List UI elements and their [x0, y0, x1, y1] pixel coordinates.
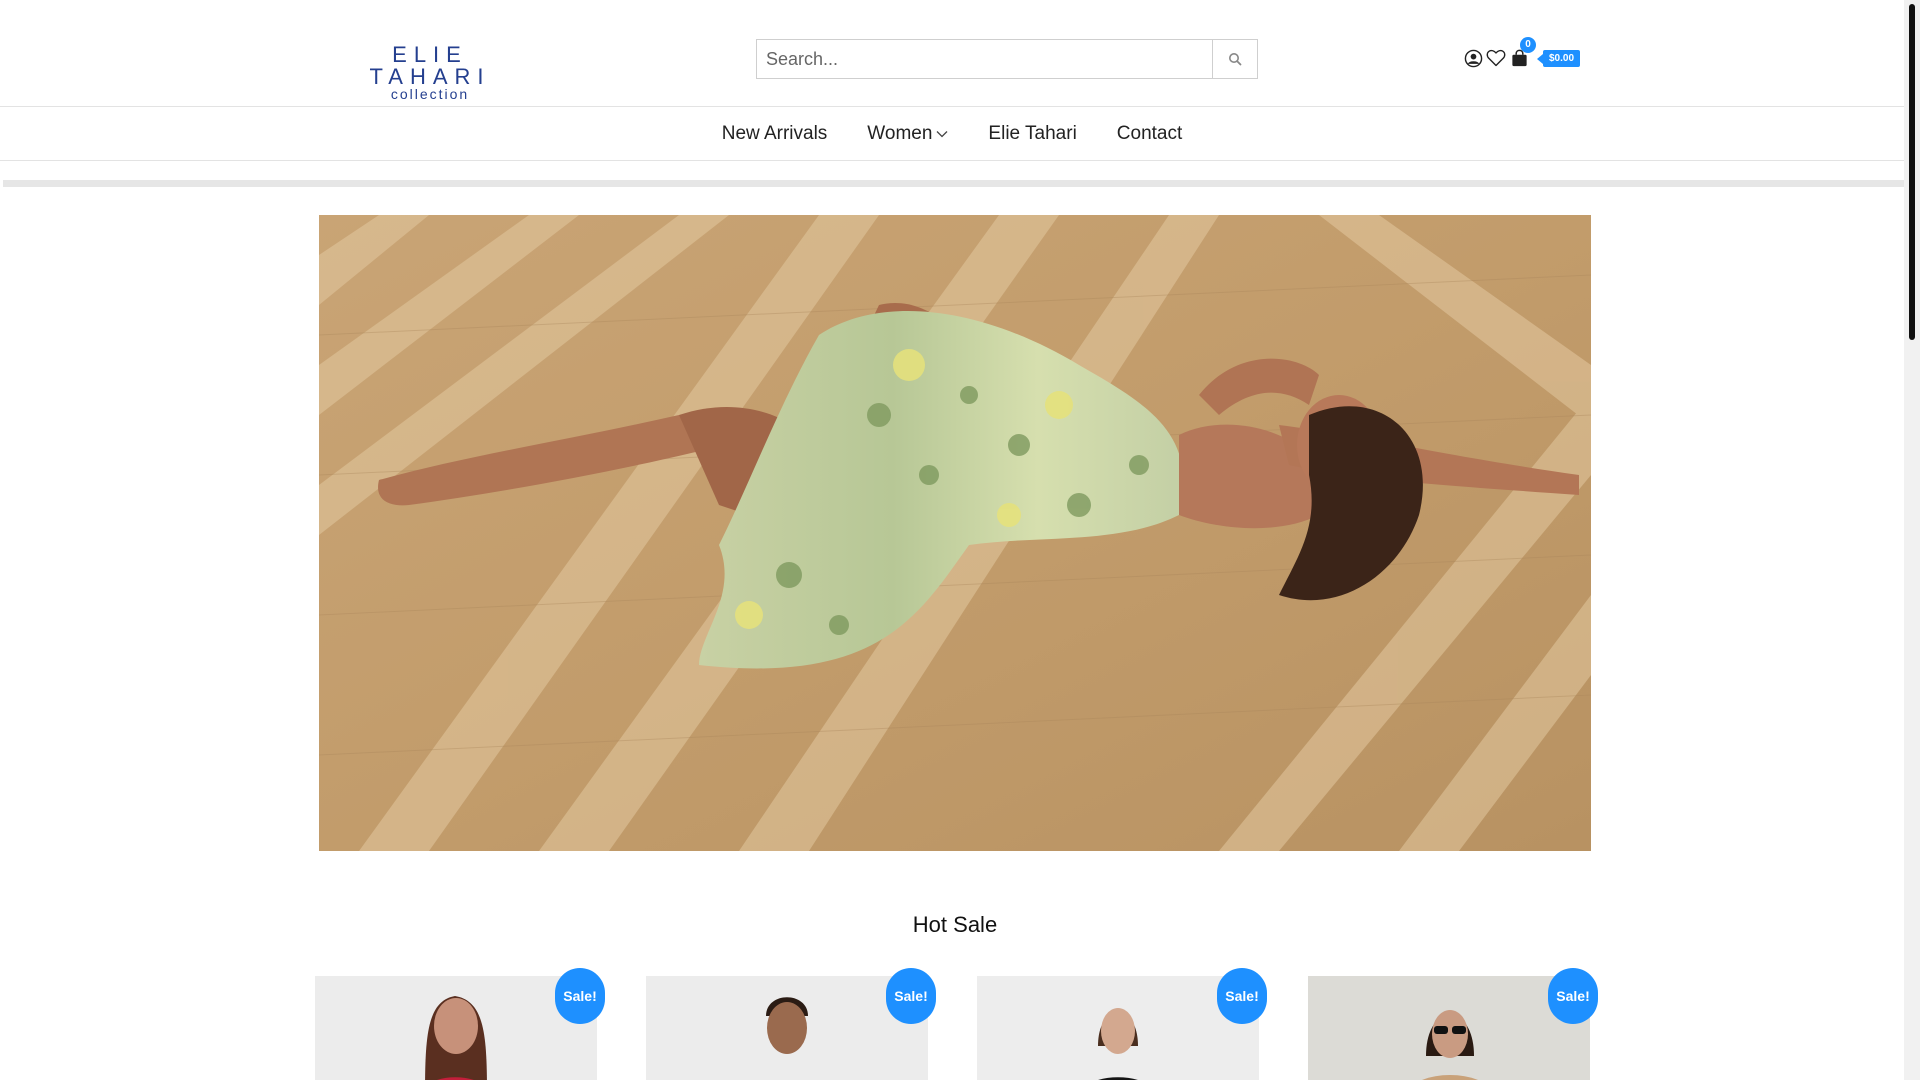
sale-badge: Sale!	[1548, 968, 1598, 1024]
nav-item-new-arrivals[interactable]: New Arrivals	[722, 123, 828, 145]
nav-item-label: Women	[867, 122, 933, 144]
nav-item-women[interactable]: Women	[867, 123, 948, 145]
search-button[interactable]	[1212, 40, 1257, 78]
search-form	[756, 39, 1258, 79]
heart-icon[interactable]	[1485, 47, 1507, 69]
nav-item-label: New Arrivals	[721, 122, 828, 144]
user-circle-icon[interactable]	[1462, 47, 1484, 69]
hero-banner[interactable]	[319, 215, 1591, 851]
logo-sub-text: collection	[390, 86, 470, 102]
nav-item-contact[interactable]: Contact	[1117, 123, 1182, 145]
cart-button[interactable]: 0 $0.00	[1508, 37, 1581, 69]
scrollbar-thumb[interactable]	[1909, 4, 1915, 340]
page: ELIE TAHARI collection Search... 0 $0.00…	[0, 0, 1904, 1080]
search-input[interactable]	[757, 40, 1212, 78]
sale-badge: Sale!	[555, 968, 605, 1024]
nav-item-label: Elie Tahari	[988, 122, 1077, 144]
nav-item-elie-tahari[interactable]: Elie Tahari	[988, 123, 1076, 145]
sale-badge: Sale!	[886, 968, 936, 1024]
site-header: ELIE TAHARI collection Search... 0 $0.00	[0, 0, 1904, 107]
header-actions: 0 $0.00	[1462, 37, 1581, 70]
main-nav: New Arrivals Women Elie Tahari Contact	[0, 107, 1904, 161]
search-icon	[1228, 52, 1242, 66]
sale-badge: Sale!	[1217, 968, 1267, 1024]
nav-item-label: Contact	[1116, 122, 1183, 144]
logo-main-text: ELIE TAHARI	[369, 42, 491, 89]
page-scrollbar[interactable]	[1904, 0, 1920, 1080]
hero-image	[319, 215, 1591, 851]
cart-count-badge: 0	[1520, 37, 1536, 53]
divider-bar	[3, 180, 1904, 187]
chevron-down-icon	[936, 130, 948, 138]
brand-logo[interactable]: ELIE TAHARI collection	[330, 44, 530, 102]
cart-total: $0.00	[1536, 49, 1581, 67]
section-title-hot-sale: Hot Sale	[912, 912, 998, 937]
